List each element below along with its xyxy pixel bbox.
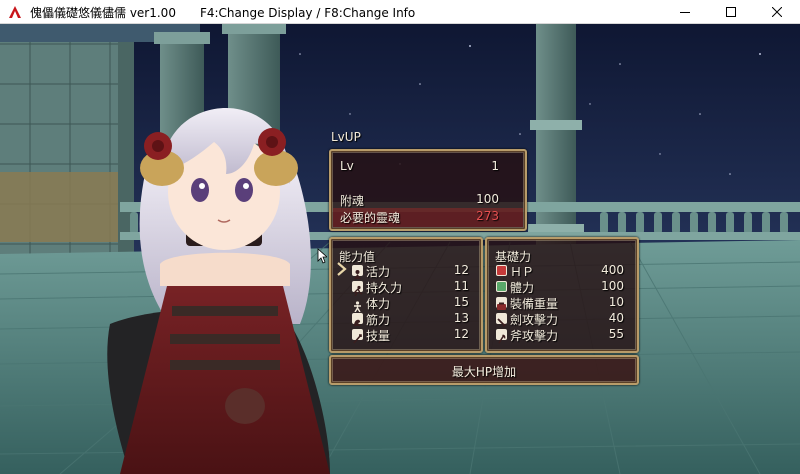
level-label: Lv	[340, 159, 354, 173]
base-label: 裝備重量	[510, 297, 559, 311]
minimize-icon	[680, 12, 690, 13]
soul-value: 100	[476, 192, 499, 206]
ability-row-vitality[interactable]: 活力 12	[352, 263, 477, 279]
stamina-gauge-icon	[496, 281, 507, 292]
mouse-pointer-icon	[317, 248, 327, 264]
app-logo-icon	[8, 5, 22, 19]
endurance-icon	[352, 281, 363, 297]
required-soul-label: 必要的靈魂	[340, 211, 401, 225]
shortcut-hint: F4:Change Display / F8:Change Info	[199, 6, 416, 20]
required-soul-value: 273	[476, 209, 499, 223]
strength-icon	[352, 313, 363, 326]
ability-row-stamina[interactable]: 体力 15	[352, 295, 477, 313]
ability-value: 12	[453, 263, 469, 277]
base-row-sword-attack: 劍攻擊力 40	[496, 311, 630, 327]
ability-value: 12	[453, 327, 469, 341]
ability-label: 持久力	[366, 281, 403, 295]
dexterity-icon	[352, 329, 363, 344]
ability-row-strength[interactable]: 筋力 13	[352, 311, 477, 327]
hp-icon	[496, 265, 507, 276]
soul-label: 附魂	[340, 194, 365, 208]
axe-attack-icon	[496, 329, 507, 344]
ability-value: 15	[453, 295, 469, 309]
description-text: 最大HP增加	[451, 365, 517, 379]
ability-value: 11	[453, 279, 469, 293]
ability-label: 筋力	[366, 313, 391, 327]
maximize-button[interactable]	[708, 0, 754, 24]
stamina-icon	[352, 297, 363, 313]
close-button[interactable]	[754, 0, 800, 24]
window-title: 傀儡儀礎悠儀儘儒 ver1.00 F4:Change Display / F8:…	[30, 6, 416, 20]
base-row-hp: ＨＰ 400	[496, 263, 630, 279]
base-label: 體力	[510, 281, 535, 295]
ability-row-dexterity[interactable]: 技量 12	[352, 327, 477, 344]
sword-attack-icon	[496, 313, 507, 327]
equip-weight-icon	[496, 297, 507, 310]
base-value: 10	[608, 295, 624, 309]
window-titlebar: 傀儡儀礎悠儀儘儒 ver1.00 F4:Change Display / F8:…	[0, 0, 800, 24]
ability-label: 活力	[366, 265, 391, 279]
close-icon	[772, 7, 782, 17]
base-label: 斧攻擊力	[510, 329, 559, 343]
maximize-icon	[726, 7, 736, 17]
ability-label: 体力	[366, 297, 391, 311]
minimize-button[interactable]	[662, 0, 708, 24]
ability-value: 13	[453, 311, 469, 325]
vitality-icon	[352, 265, 363, 279]
base-value: 55	[608, 327, 624, 341]
base-row-equip-weight: 裝備重量 10	[496, 295, 630, 311]
description-bar[interactable]: 最大HP增加	[329, 355, 639, 385]
lvup-title: LvUP	[331, 130, 361, 144]
base-value: 100	[601, 279, 624, 293]
base-label: 劍攻擊力	[510, 313, 559, 327]
level-value: 1	[491, 159, 499, 173]
base-value: 40	[608, 311, 624, 325]
base-value: 400	[601, 263, 624, 277]
base-row-stamina: 體力 100	[496, 279, 630, 295]
base-row-axe-attack: 斧攻擊力 55	[496, 327, 630, 344]
base-label: ＨＰ	[510, 265, 535, 279]
selection-cursor-icon	[337, 262, 347, 276]
ability-label: 技量	[366, 329, 391, 343]
ability-row-endurance[interactable]: 持久力 11	[352, 279, 477, 297]
